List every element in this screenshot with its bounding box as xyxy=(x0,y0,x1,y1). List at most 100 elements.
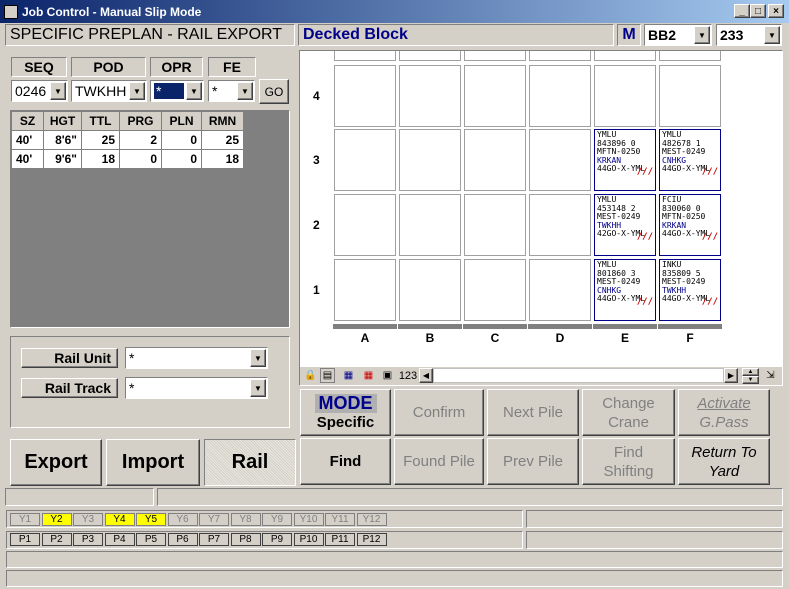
yard-slot[interactable] xyxy=(594,51,656,61)
confirm-button[interactable]: Confirm xyxy=(394,389,484,436)
yard-slot[interactable] xyxy=(464,194,526,256)
yard-slot[interactable] xyxy=(334,65,396,127)
yard-slot[interactable] xyxy=(464,65,526,127)
yard-slot[interactable] xyxy=(529,194,591,256)
yard-slot[interactable] xyxy=(529,65,591,127)
return-to-yard-button[interactable]: Return To Yard xyxy=(678,438,770,485)
yard-slot[interactable] xyxy=(399,259,461,321)
yard-slot[interactable] xyxy=(529,51,591,61)
spin-up-button[interactable]: ▲ xyxy=(742,368,759,376)
chevron-down-icon[interactable]: ▼ xyxy=(50,82,66,100)
maximize-button[interactable]: □ xyxy=(750,4,766,18)
p-bay-button[interactable]: P3 xyxy=(73,533,103,546)
yard-slot[interactable] xyxy=(464,259,526,321)
container-tile[interactable]: YMLU 453148 2 MEST-0249 TWKHH 42GO-X-YML/// xyxy=(594,194,656,256)
horizontal-scrollbar[interactable] xyxy=(433,368,724,383)
container-tile[interactable]: YMLU 801860 3 MEST-0249 CNHKG 44GO-X-YML/// xyxy=(594,259,656,321)
y-bay-button[interactable]: Y2 xyxy=(41,513,72,526)
yard-slot[interactable] xyxy=(334,129,396,191)
lock-icon[interactable]: 🔒 xyxy=(303,368,318,383)
container-tile[interactable]: INKU 835809 5 MEST-0249 TWKHH 44GO-X-YML/// xyxy=(659,259,721,321)
p-bay-button[interactable]: P1 xyxy=(10,533,40,546)
minimize-button[interactable]: _ xyxy=(734,4,750,18)
y-bay-button[interactable]: Y9 xyxy=(262,513,292,526)
yard-slot[interactable] xyxy=(334,259,396,321)
numbering-icon[interactable]: 123 xyxy=(398,368,418,383)
y-bay-button[interactable]: Y11 xyxy=(325,513,355,526)
y-bay-button[interactable]: Y6 xyxy=(167,513,198,526)
p-bay-button[interactable]: P5 xyxy=(136,533,166,546)
rail-button[interactable]: Rail xyxy=(204,439,296,486)
yard-slot[interactable] xyxy=(464,51,526,61)
p-bay-button[interactable]: P11 xyxy=(325,533,355,546)
yard-slot[interactable] xyxy=(529,129,591,191)
seq-select[interactable]: 0246 ▼ xyxy=(11,80,68,102)
bay-select[interactable]: 233 ▼ xyxy=(716,24,782,46)
find-shifting-button[interactable]: Find Shifting xyxy=(582,438,675,485)
yard-slot[interactable] xyxy=(464,129,526,191)
container-tile[interactable]: YMLU 482678 1 MEST-0249 CNHKG 44GO-X-YML/// xyxy=(659,129,721,191)
rail-track-select[interactable]: * ▼ xyxy=(125,377,268,399)
y-bay-button[interactable]: Y1 xyxy=(10,513,40,526)
scroll-left-button[interactable]: ◀ xyxy=(419,368,433,383)
grid-red-icon[interactable]: ▦ xyxy=(361,368,376,383)
y-bay-button[interactable]: Y5 xyxy=(136,513,166,526)
mode-button[interactable]: MODE Specific xyxy=(300,389,391,436)
table-row[interactable]: 40' 8'6" 25 2 0 25 xyxy=(11,130,244,150)
y-bay-button[interactable]: Y12 xyxy=(356,513,387,526)
fe-select[interactable]: * ▼ xyxy=(208,80,255,102)
chevron-down-icon[interactable]: ▼ xyxy=(250,379,266,397)
yard-slot[interactable] xyxy=(594,65,656,127)
save-icon[interactable]: ▣ xyxy=(380,368,395,383)
change-crane-button[interactable]: Change Crane xyxy=(582,389,675,436)
yard-slot[interactable] xyxy=(659,51,721,61)
close-button[interactable]: × xyxy=(768,4,784,18)
opr-select[interactable]: * ▼ xyxy=(150,80,204,102)
container-tile[interactable]: FCIU 830060 0 MFTN-0250 KRKAN 44GO-X-YML/// xyxy=(659,194,721,256)
yard-slot[interactable] xyxy=(399,65,461,127)
found-pile-button[interactable]: Found Pile xyxy=(394,438,484,485)
p-bay-button[interactable]: P2 xyxy=(41,533,72,546)
expand-icon[interactable]: ⇲ xyxy=(763,368,778,383)
import-button[interactable]: Import xyxy=(106,439,200,486)
y-bay-button[interactable]: Y10 xyxy=(293,513,324,526)
chevron-down-icon[interactable]: ▼ xyxy=(186,82,202,100)
block-select[interactable]: BB2 ▼ xyxy=(644,24,712,46)
scroll-right-button[interactable]: ▶ xyxy=(724,368,738,383)
pod-select[interactable]: TWKHH ▼ xyxy=(71,80,147,102)
export-button[interactable]: Export xyxy=(10,439,102,486)
chevron-down-icon[interactable]: ▼ xyxy=(764,26,780,44)
y-bay-button[interactable]: Y7 xyxy=(199,513,229,526)
yard-slot[interactable] xyxy=(399,51,461,61)
chevron-down-icon[interactable]: ▼ xyxy=(250,349,266,367)
container-tile[interactable]: YMLU 843896 0 MFTN-0250 KRKAN 44GO-X-YML/// xyxy=(594,129,656,191)
yard-slot[interactable] xyxy=(334,51,396,61)
table-row[interactable]: 40' 9'6" 18 0 0 18 xyxy=(11,149,244,169)
prev-pile-button[interactable]: Prev Pile xyxy=(487,438,579,485)
p-bay-button[interactable]: P12 xyxy=(356,533,387,546)
grid-view-icon[interactable]: ▦ xyxy=(341,368,356,383)
p-bay-button[interactable]: P9 xyxy=(262,533,292,546)
yard-slot[interactable] xyxy=(334,194,396,256)
activate-gpass-button[interactable]: Activate G.Pass xyxy=(678,389,770,436)
yard-slot[interactable] xyxy=(399,129,461,191)
rail-unit-select[interactable]: * ▼ xyxy=(125,347,268,369)
chevron-down-icon[interactable]: ▼ xyxy=(129,82,145,100)
p-bay-button[interactable]: P7 xyxy=(199,533,229,546)
yard-slot[interactable] xyxy=(529,259,591,321)
layout-icon[interactable]: ▤ xyxy=(320,368,335,383)
find-button[interactable]: Find xyxy=(300,438,391,485)
y-bay-button[interactable]: Y8 xyxy=(230,513,261,526)
go-button[interactable]: GO xyxy=(259,79,289,104)
p-bay-button[interactable]: P6 xyxy=(167,533,198,546)
next-pile-button[interactable]: Next Pile xyxy=(487,389,579,436)
chevron-down-icon[interactable]: ▼ xyxy=(237,82,253,100)
y-bay-button[interactable]: Y4 xyxy=(104,513,135,526)
yard-slot[interactable] xyxy=(659,65,721,127)
chevron-down-icon[interactable]: ▼ xyxy=(694,26,710,44)
p-bay-button[interactable]: P8 xyxy=(230,533,261,546)
spin-down-button[interactable]: ▼ xyxy=(742,376,759,384)
p-bay-button[interactable]: P10 xyxy=(293,533,324,546)
y-bay-button[interactable]: Y3 xyxy=(73,513,103,526)
p-bay-button[interactable]: P4 xyxy=(104,533,135,546)
